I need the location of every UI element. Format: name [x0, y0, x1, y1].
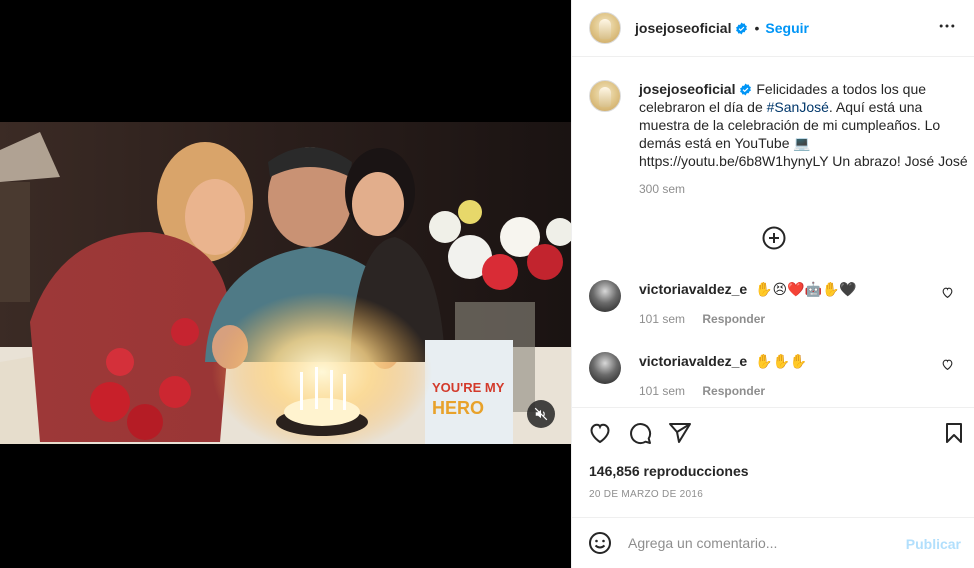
svg-text:HERO: HERO	[432, 398, 484, 418]
header-separator: •	[754, 20, 760, 36]
reply-button[interactable]: Responder	[702, 384, 765, 398]
paper-plane-icon[interactable]	[668, 421, 692, 445]
action-bar	[588, 421, 966, 447]
publish-button[interactable]: Publicar	[906, 536, 961, 552]
caption-author-avatar[interactable]	[589, 80, 621, 112]
verified-badge-icon	[736, 22, 748, 34]
comment-line: victoriavaldez_e ✋😣❤️🤖✋🖤	[639, 280, 964, 298]
svg-text:YOU'RE MY: YOU'RE MY	[432, 380, 505, 395]
author-username[interactable]: josejoseoficial	[635, 20, 731, 36]
heart-icon[interactable]	[941, 286, 954, 299]
commenter-avatar[interactable]	[589, 280, 621, 312]
heart-icon[interactable]	[588, 421, 612, 445]
media-area: YOU'RE MY HERO	[0, 0, 571, 568]
post-date: 20 DE MARZO DE 2016	[589, 489, 704, 500]
verified-badge-icon	[740, 83, 752, 96]
instagram-post-modal: YOU'RE MY HERO josejoseoficial • Seguir …	[0, 0, 974, 568]
add-comment-bar: Publicar	[572, 518, 974, 568]
comment-item: victoriavaldez_e ✋✋✋ 101 sem Responder	[589, 352, 964, 398]
follow-button[interactable]: Seguir	[765, 20, 809, 36]
commenter-avatar[interactable]	[589, 352, 621, 384]
post-caption: josejoseoficial Felicidades a todos los …	[589, 80, 968, 196]
caption-time: 300 sem	[639, 182, 686, 196]
bookmark-icon[interactable]	[942, 421, 966, 445]
mute-button[interactable]	[527, 400, 555, 428]
comment-icon[interactable]	[628, 421, 652, 445]
heart-icon[interactable]	[941, 358, 954, 371]
caption-text: josejoseoficial Felicidades a todos los …	[639, 80, 969, 170]
post-details-panel: josejoseoficial • Seguir josejoseoficial…	[571, 0, 974, 568]
comment-item: victoriavaldez_e ✋😣❤️🤖✋🖤 101 sem Respond…	[589, 280, 964, 326]
emoji-icon[interactable]	[588, 531, 612, 555]
commenter-username[interactable]: victoriavaldez_e	[639, 353, 747, 369]
comment-meta: 101 sem Responder	[639, 384, 964, 398]
comment-time: 101 sem	[639, 312, 686, 326]
comment-time: 101 sem	[639, 384, 686, 398]
post-header: josejoseoficial • Seguir	[572, 0, 974, 57]
plus-circle-icon[interactable]	[762, 226, 786, 250]
caption-hashtag-link[interactable]: #SanJosé	[767, 99, 829, 115]
view-count[interactable]: 146,856 reproducciones	[589, 463, 749, 479]
comment-text: ✋✋✋	[755, 353, 808, 369]
more-options-icon[interactable]	[937, 16, 957, 36]
speaker-muted-icon	[534, 407, 548, 421]
video-still: YOU'RE MY HERO	[0, 122, 571, 444]
comment-meta: 101 sem Responder	[639, 312, 964, 326]
author-avatar[interactable]	[589, 12, 621, 44]
comment-text: ✋😣❤️🤖✋🖤	[755, 281, 857, 297]
reply-button[interactable]: Responder	[702, 312, 765, 326]
comment-line: victoriavaldez_e ✋✋✋	[639, 352, 964, 370]
commenter-username[interactable]: victoriavaldez_e	[639, 281, 747, 297]
comment-input[interactable]	[628, 535, 898, 551]
actions-divider	[572, 407, 974, 408]
video-frame[interactable]: YOU'RE MY HERO	[0, 122, 571, 444]
caption-username[interactable]: josejoseoficial	[639, 81, 735, 97]
